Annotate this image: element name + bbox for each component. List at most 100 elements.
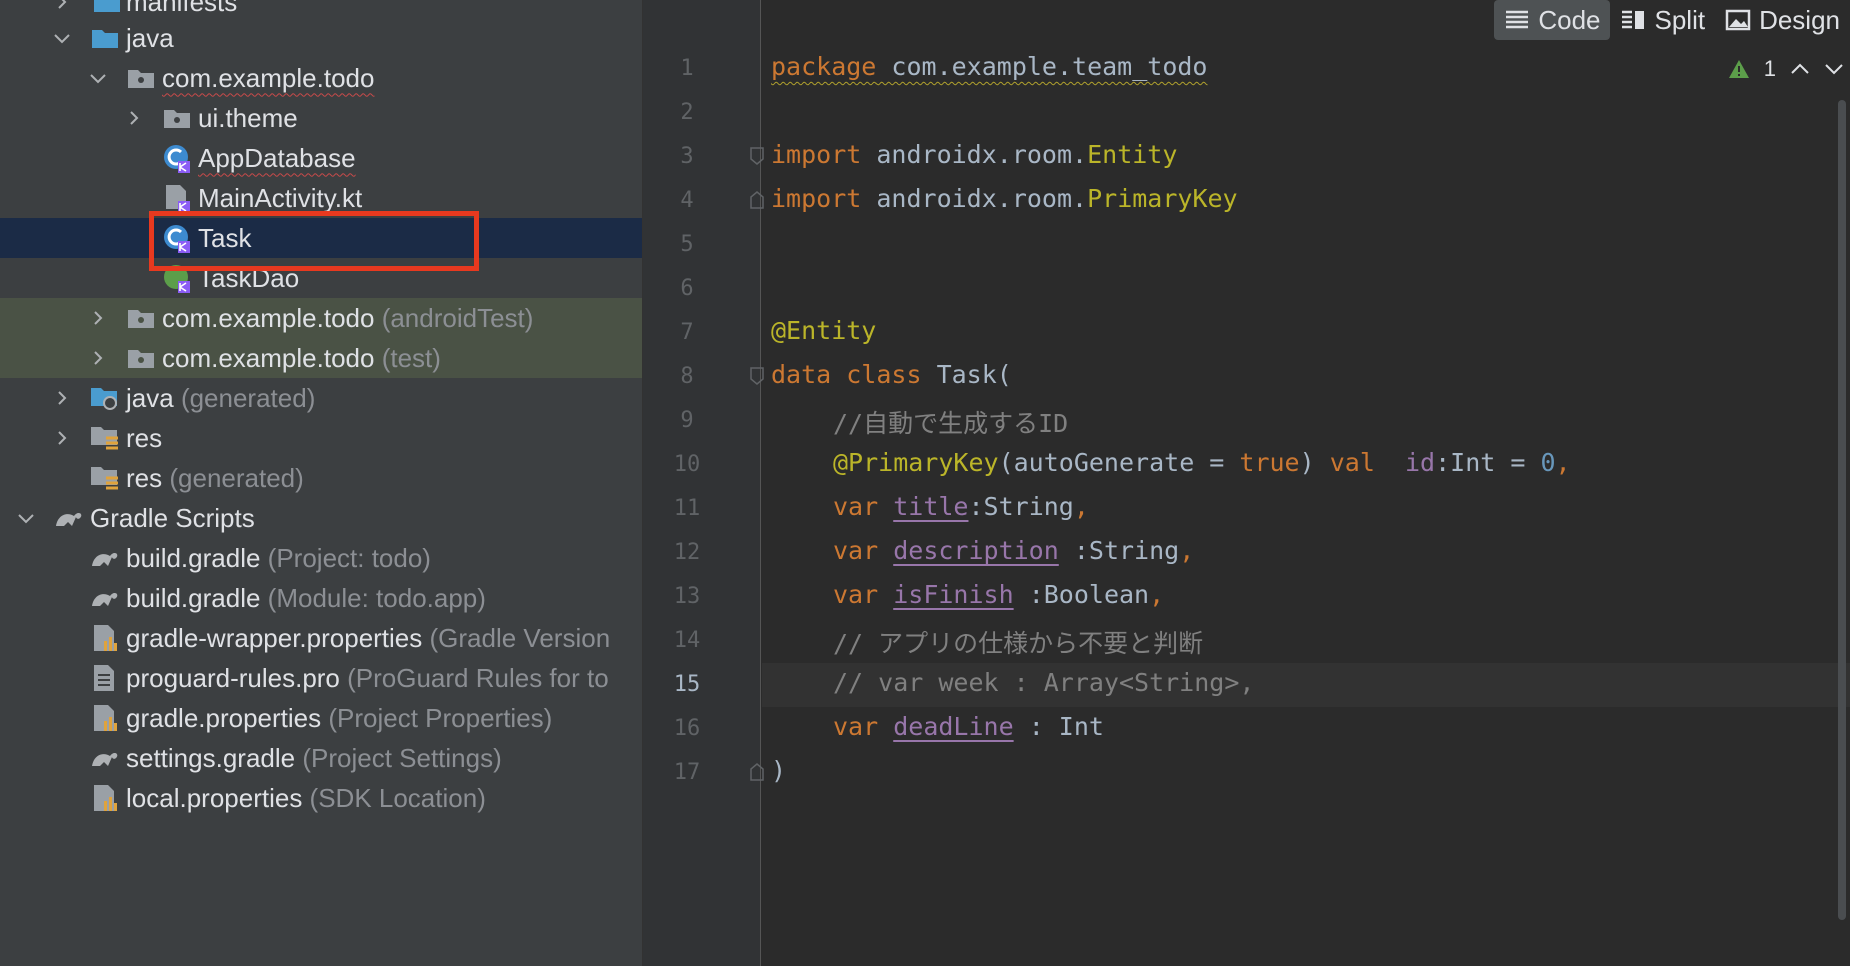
code-line-11[interactable]: var title:String,	[833, 492, 1089, 521]
tree-item-package-androidtest[interactable]: com.example.todo (androidTest)	[0, 298, 642, 338]
line-number: 5	[680, 232, 694, 257]
chevron-down-icon[interactable]	[50, 26, 74, 50]
fold-start-icon[interactable]	[749, 147, 765, 165]
code-line-12[interactable]: var description :String,	[833, 536, 1194, 565]
tree-item-res[interactable]: res	[0, 418, 642, 458]
tree-item-res-generated[interactable]: res (generated)	[0, 458, 642, 498]
vertical-scrollbar[interactable]	[1838, 100, 1846, 920]
tree-item-gradle-wrapper-properties[interactable]: gradle-wrapper.properties (Gradle Versio…	[0, 618, 642, 658]
tree-item-hint: (Project Properties)	[328, 702, 553, 733]
chevron-right-icon[interactable]	[50, 426, 74, 450]
tree-item-hint: (generated)	[180, 382, 316, 413]
package-folder-icon	[126, 303, 156, 333]
code-text: :Boolean	[1013, 580, 1150, 609]
class-name: Entity	[1087, 140, 1178, 169]
chevron-down-icon[interactable]	[1824, 62, 1844, 76]
tree-item-label: manifests	[126, 0, 238, 17]
code-line-7[interactable]: @Entity	[771, 316, 876, 345]
properties-file-icon	[90, 703, 120, 733]
line-number: 16	[673, 716, 701, 741]
tree-item-hint: (Project Settings)	[302, 742, 502, 773]
line-number: 14	[673, 628, 701, 653]
code-line-1[interactable]: package com.example.team_todo	[771, 52, 1208, 81]
tree-item-label: local.properties	[126, 782, 303, 813]
chevron-right-icon[interactable]	[50, 386, 74, 410]
line-number: 8	[680, 364, 694, 389]
code-line-10[interactable]: @PrimaryKey(autoGenerate = true) val id:…	[833, 448, 1571, 477]
split-view-icon	[1622, 10, 1645, 29]
chevron-right-icon[interactable]	[86, 306, 110, 330]
number: 0	[1540, 448, 1556, 477]
package-name: com.example.team_todo	[876, 52, 1208, 81]
tree-item-settings-gradle[interactable]: settings.gradle (Project Settings)	[0, 738, 642, 778]
class-name: PrimaryKey	[1087, 184, 1238, 213]
tree-item-package-test[interactable]: com.example.todo (test)	[0, 338, 642, 378]
resources-folder-icon	[90, 463, 120, 493]
code-line-13[interactable]: var isFinish :Boolean,	[833, 580, 1164, 609]
code-line-8[interactable]: data class Task(	[771, 360, 1012, 389]
code-editor[interactable]: 1 2 3 4 5 6 7 8 9 10 11 12 13 14 15 16 1…	[643, 0, 1850, 966]
line-number: 1	[680, 56, 694, 81]
code-line-14[interactable]: // アプリの仕様から不要と判断	[833, 624, 1203, 660]
package-folder-icon	[126, 63, 156, 93]
tree-item-ui-theme[interactable]: ui.theme	[0, 98, 642, 138]
comment: // アプリの仕様から不要と判断	[833, 629, 1204, 658]
line-number-current: 15	[673, 672, 701, 697]
folder-icon	[92, 0, 122, 17]
tree-item-label: MainActivity.kt	[198, 182, 363, 213]
tree-item-hint: (Module: todo.app)	[267, 582, 486, 613]
chevron-down-icon[interactable]	[14, 506, 38, 530]
keyword: var	[833, 580, 879, 609]
tree-item-label: gradle-wrapper.properties	[126, 622, 423, 653]
project-tree[interactable]: manifests java com.example.todo ui.theme…	[0, 0, 643, 966]
code-line-9[interactable]: //自動で生成するID	[833, 404, 1068, 440]
class-declaration: Task(	[921, 360, 1012, 389]
tree-item-label: settings.gradle	[126, 742, 296, 773]
split-view-button[interactable]: Split	[1610, 0, 1715, 40]
gradle-icon	[54, 503, 84, 533]
design-view-button[interactable]: Design	[1715, 0, 1850, 40]
fold-end-icon[interactable]	[749, 191, 765, 209]
punctuation: ,	[1555, 448, 1571, 477]
code-line-4[interactable]: import androidx.room.PrimaryKey	[771, 184, 1238, 213]
code-view-button[interactable]: Code	[1494, 0, 1611, 40]
chevron-right-icon[interactable]	[86, 346, 110, 370]
chevron-right-icon[interactable]	[50, 0, 74, 14]
chevron-down-icon[interactable]	[86, 66, 110, 90]
tree-item-appdatabase[interactable]: AppDatabase	[0, 138, 642, 178]
tree-item-label: com.example.todo	[162, 342, 375, 373]
tree-item-hint: (test)	[381, 342, 441, 373]
tree-item-label: AppDatabase	[198, 142, 356, 173]
punctuation: ,	[1179, 536, 1195, 565]
tree-item-java[interactable]: java	[0, 18, 642, 58]
property: description	[893, 536, 1059, 565]
warning-count: 1	[1763, 56, 1776, 81]
code-text: :String	[968, 492, 1074, 521]
tree-item-label: java	[126, 22, 174, 53]
code-line-15[interactable]: // var week : Array<String>,	[833, 668, 1254, 697]
tree-item-gradle-scripts[interactable]: Gradle Scripts	[0, 498, 642, 538]
tree-item-proguard-rules[interactable]: proguard-rules.pro (ProGuard Rules for t…	[0, 658, 642, 698]
inspection-widget[interactable]: 1	[1728, 56, 1844, 82]
tree-item-java-generated[interactable]: java (generated)	[0, 378, 642, 418]
import-path: androidx.room.	[861, 140, 1088, 169]
tree-item-label: com.example.todo	[162, 302, 375, 333]
keyword: import	[771, 184, 862, 213]
chevron-right-icon[interactable]	[122, 106, 146, 130]
chevron-up-icon[interactable]	[1790, 62, 1810, 76]
fold-end-icon[interactable]	[749, 763, 765, 781]
image-icon	[1725, 9, 1751, 31]
tree-item-build-gradle-project[interactable]: build.gradle (Project: todo)	[0, 538, 642, 578]
tree-item-package-main[interactable]: com.example.todo	[0, 58, 642, 98]
line-number: 6	[680, 276, 694, 301]
code-text: )	[771, 756, 787, 785]
code-line-3[interactable]: import androidx.room.Entity	[771, 140, 1177, 169]
keyword: var	[833, 492, 879, 521]
line-number: 12	[673, 540, 701, 565]
tree-item-local-properties[interactable]: local.properties (SDK Location)	[0, 778, 642, 818]
code-line-17[interactable]: )	[771, 756, 786, 785]
code-line-16[interactable]: var deadLine : Int	[833, 712, 1104, 741]
tree-item-gradle-properties[interactable]: gradle.properties (Project Properties)	[0, 698, 642, 738]
tree-item-build-gradle-module[interactable]: build.gradle (Module: todo.app)	[0, 578, 642, 618]
fold-start-icon[interactable]	[749, 367, 765, 385]
